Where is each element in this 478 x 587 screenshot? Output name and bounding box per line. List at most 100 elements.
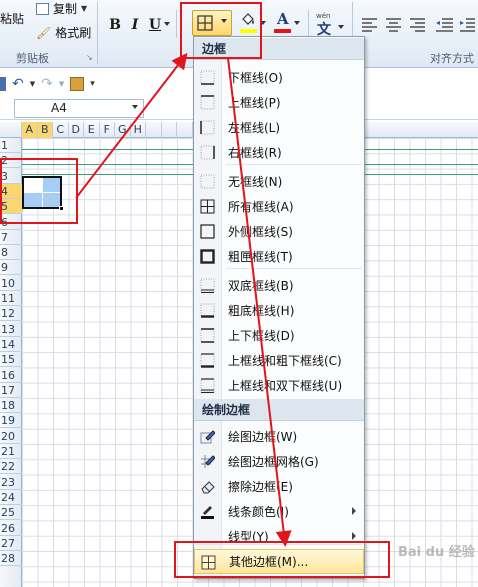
clipboard-group-label: 剪贴板: [16, 52, 49, 65]
undo-icon[interactable]: ↶: [12, 76, 24, 92]
column-header[interactable]: E: [84, 122, 100, 138]
row-header[interactable]: 27: [0, 536, 22, 551]
chevron-down-icon[interactable]: ▼: [59, 80, 64, 88]
row-header[interactable]: 18: [0, 398, 22, 414]
paste-label: 粘贴: [0, 12, 25, 26]
chevron-down-icon[interactable]: [294, 21, 300, 25]
menu-item-outside-borders[interactable]: 外侧框线(S): [194, 219, 364, 244]
menu-item-label: 线条颜色(I): [228, 505, 289, 519]
submenu-arrow-icon: [352, 507, 356, 515]
dialog-launcher-icon[interactable]: ↘: [86, 53, 93, 62]
menu-item-top-thick-bottom-border[interactable]: 上框线和粗下框线(C): [194, 348, 364, 373]
font-color-swatch: [274, 29, 291, 33]
customize-qat-icon[interactable]: ▾: [90, 79, 95, 89]
chevron-down-icon: ▼: [81, 4, 88, 13]
row-header[interactable]: 25: [0, 505, 22, 521]
column-header[interactable]: F: [100, 122, 115, 138]
decrease-indent-icon[interactable]: [436, 18, 454, 32]
bold-button[interactable]: B: [106, 14, 124, 36]
underline-dropdown-icon[interactable]: [164, 22, 170, 26]
row-header[interactable]: 17: [0, 383, 22, 398]
menu-separator: [226, 268, 362, 269]
row-header[interactable]: 22: [0, 459, 22, 475]
menu-item-line-color[interactable]: 线条颜色(I): [194, 499, 364, 524]
row-header[interactable]: 10: [0, 276, 22, 291]
row-header[interactable]: 16: [0, 368, 22, 383]
row-header[interactable]: 19: [0, 413, 22, 429]
column-header[interactable]: G: [115, 122, 131, 138]
column-header[interactable]: H: [131, 122, 146, 138]
align-left-icon[interactable]: [362, 18, 378, 32]
column-header[interactable]: [177, 122, 193, 138]
column-header[interactable]: C: [53, 122, 69, 138]
column-header[interactable]: [162, 122, 177, 138]
row-header[interactable]: 28: [0, 551, 22, 567]
pencil-grid-icon: [201, 455, 215, 468]
menu-item-double-bottom-border[interactable]: 双底框线(B): [194, 273, 364, 298]
menu-item-no-border[interactable]: 无框线(N): [194, 169, 364, 194]
chevron-down-icon[interactable]: [132, 105, 138, 109]
menu-item-bottom-border[interactable]: 下框线(O): [194, 65, 364, 90]
row-header[interactable]: 7: [0, 230, 22, 245]
paste-button[interactable]: 粘贴: [0, 10, 24, 27]
row-header[interactable]: 12: [0, 306, 22, 322]
menu-item-top-border[interactable]: 上框线(P): [194, 90, 364, 115]
underline-button[interactable]: U: [146, 14, 164, 36]
menu-item-left-border[interactable]: 左框线(L): [194, 115, 364, 140]
menu-item-thick-bottom-border[interactable]: 粗底框线(H): [194, 298, 364, 323]
row-header[interactable]: 21: [0, 444, 22, 459]
menu-item-draw-border-grid[interactable]: 绘图边框网格(G): [194, 449, 364, 474]
row-header[interactable]: 20: [0, 429, 22, 444]
column-header[interactable]: B: [37, 122, 53, 138]
line-color-icon: [201, 506, 214, 519]
row-header[interactable]: 8: [0, 245, 22, 261]
row-header[interactable]: 26: [0, 521, 22, 536]
group-separator: [97, 2, 98, 64]
row-header[interactable]: 14: [0, 337, 22, 352]
menu-item-erase-border[interactable]: 擦除边框(E): [194, 474, 364, 499]
menu-item-label: 所有框线(A): [228, 200, 294, 214]
alignment-group-label: 对齐方式: [430, 52, 474, 65]
menu-item-right-border[interactable]: 右框线(R): [194, 140, 364, 165]
row-header[interactable]: 9: [0, 260, 22, 276]
align-center-icon[interactable]: [386, 18, 402, 32]
column-header[interactable]: [146, 122, 162, 138]
row-header[interactable]: 13: [0, 322, 22, 337]
save-icon[interactable]: [0, 77, 6, 91]
row-header[interactable]: 24: [0, 490, 22, 505]
menu-item-label: 上下框线(D): [228, 329, 295, 343]
chevron-down-icon[interactable]: ▼: [30, 80, 35, 88]
copy-button[interactable]: 复制 ▼: [36, 0, 87, 17]
align-right-icon[interactable]: [410, 18, 426, 32]
name-box[interactable]: A4: [14, 99, 144, 118]
toolbar-separator: [176, 10, 177, 38]
increase-indent-icon[interactable]: [460, 18, 476, 32]
name-box-value: A4: [51, 101, 67, 115]
menu-item-label: 左框线(L): [228, 121, 281, 135]
highlight-box-selection: [0, 158, 78, 224]
column-header[interactable]: D: [69, 122, 84, 138]
row-header[interactable]: 23: [0, 475, 22, 490]
row-header[interactable]: 1: [0, 138, 22, 153]
font-color-button[interactable]: A: [274, 10, 302, 36]
clipboard-paste-icon[interactable]: [70, 77, 85, 91]
menu-item-thick-box-border[interactable]: 粗匣框线(T): [194, 244, 364, 269]
menu-item-draw-border[interactable]: 绘图边框(W): [194, 424, 364, 449]
select-all-corner[interactable]: [0, 122, 22, 138]
menu-item-label: 上框线和粗下框线(C): [228, 354, 342, 368]
redo-icon[interactable]: ↷: [41, 76, 53, 92]
menu-item-top-double-bottom-border[interactable]: 上框线和双下框线(U): [194, 373, 364, 398]
menu-item-all-borders[interactable]: 所有框线(A): [194, 194, 364, 219]
row-header[interactable]: 11: [0, 291, 22, 306]
menu-item-top-bottom-border[interactable]: 上下框线(D): [194, 323, 364, 348]
column-header[interactable]: A: [22, 122, 38, 138]
menu-item-label: 擦除边框(E): [228, 480, 293, 494]
phonetic-button[interactable]: wén 文: [314, 12, 344, 38]
watermark: Bai du 经验: [398, 545, 475, 560]
row-header[interactable]: 15: [0, 352, 22, 368]
submenu-arrow-icon: [352, 532, 356, 540]
format-painter-button[interactable]: 🖌 格式刷: [36, 24, 91, 41]
italic-button[interactable]: I: [126, 14, 144, 36]
chevron-down-icon[interactable]: [338, 25, 344, 29]
eraser-icon: [201, 481, 215, 494]
